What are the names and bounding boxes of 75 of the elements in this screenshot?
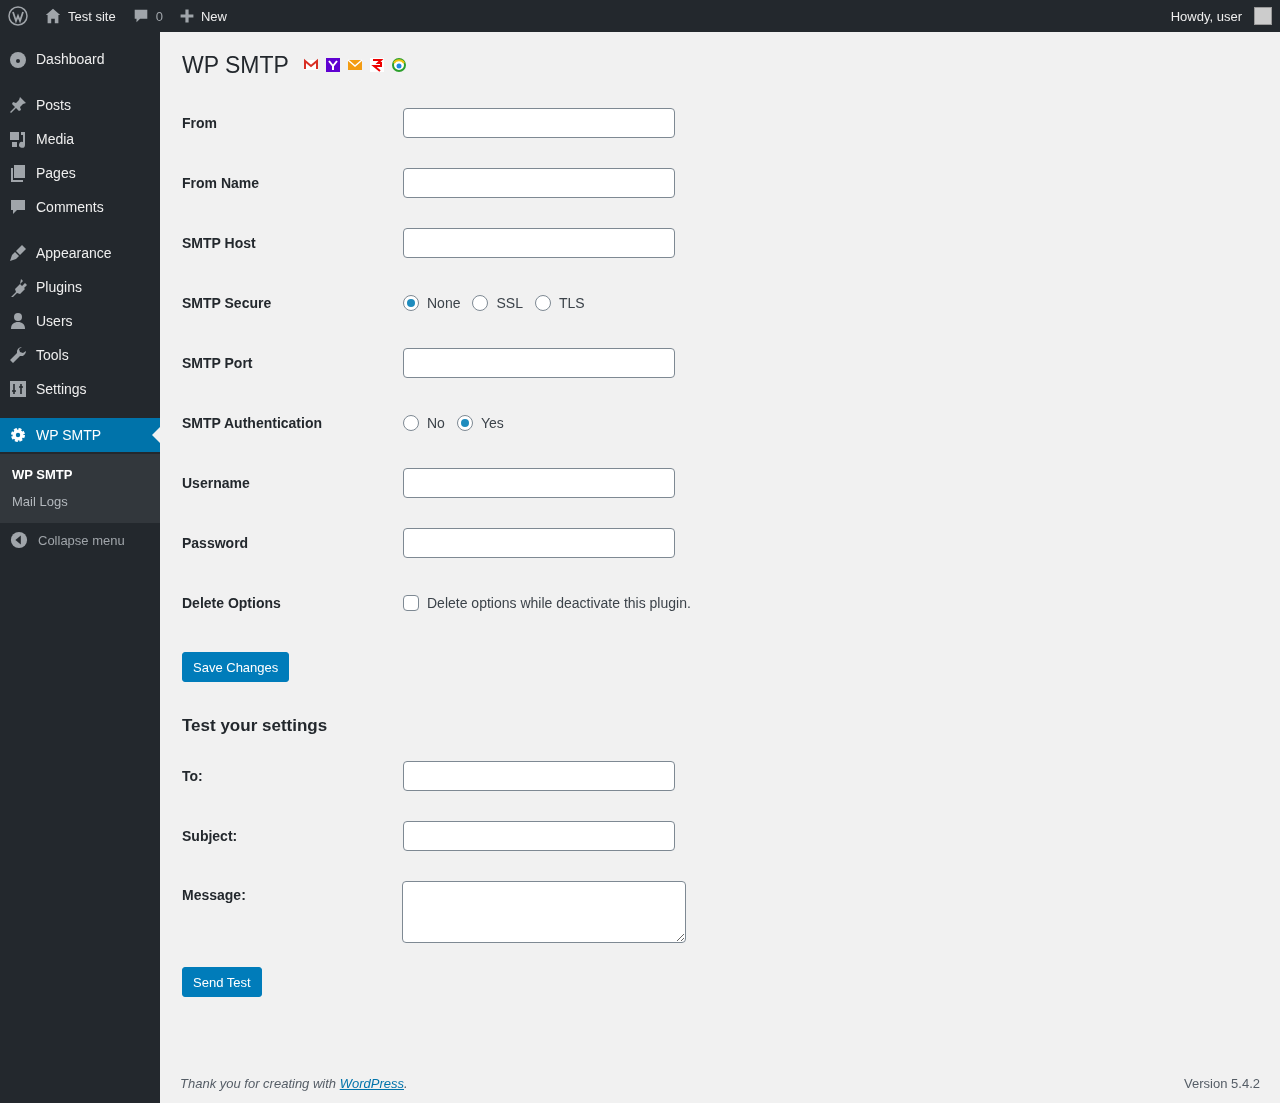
glyph-logo-icon — [368, 57, 385, 73]
submenu-item[interactable]: Mail Logs — [0, 488, 160, 515]
footer-text: Thank you for creating with WordPress. — [180, 1076, 408, 1091]
save-changes-button[interactable]: Save Changes — [182, 652, 290, 682]
section-heading: Test your settings — [182, 716, 329, 736]
home-icon[interactable] — [44, 7, 62, 25]
collapse-menu-link[interactable]: Collapse menu — [38, 532, 125, 548]
text-input-field[interactable] — [403, 228, 675, 258]
media-icon — [8, 129, 28, 149]
text-input-field[interactable] — [403, 168, 675, 198]
text-input-field[interactable] — [403, 108, 675, 138]
text-input-field[interactable] — [403, 468, 675, 498]
sidebar-item[interactable]: Comments — [0, 190, 160, 224]
wordpress-link[interactable]: WordPress — [339, 1076, 404, 1091]
text-input-field[interactable] — [403, 528, 675, 558]
sidebar-item[interactable]: Pages — [0, 156, 160, 190]
radio-button[interactable] — [472, 295, 489, 311]
field-label: SMTP Secure — [182, 295, 273, 311]
radio-label: None — [427, 295, 461, 311]
field-label: From — [182, 115, 218, 131]
site-name-link[interactable]: Test site — [68, 8, 116, 24]
speech-bubble-icon — [8, 197, 28, 217]
gear-icon — [8, 425, 28, 445]
field-label: Delete Options — [182, 595, 282, 611]
radio-button[interactable] — [403, 295, 419, 311]
sidebar-item[interactable]: Plugins — [0, 270, 160, 304]
avatar-icon[interactable] — [1254, 7, 1272, 25]
wordpress-logo-icon[interactable] — [8, 6, 28, 26]
comment-count: 0 — [155, 8, 163, 24]
ring-logo-icon — [390, 57, 407, 73]
sidebar-item[interactable]: WP SMTP — [0, 418, 160, 452]
radio-label: No — [427, 415, 445, 431]
radio-label: SSL — [496, 295, 523, 311]
sliders-icon — [8, 379, 28, 399]
pages-icon — [8, 163, 28, 183]
send-test-button[interactable]: Send Test — [182, 967, 262, 997]
radio-button[interactable] — [403, 415, 419, 431]
page-title: WP SMTP — [182, 51, 289, 79]
radio-label: Yes — [480, 415, 504, 431]
pushpin-icon — [8, 95, 28, 115]
person-icon — [8, 311, 28, 331]
greeting[interactable]: Howdy, user — [1170, 8, 1242, 24]
field-label: Password — [182, 535, 250, 551]
field-label: To: — [182, 768, 204, 784]
text-input-field[interactable] — [403, 348, 675, 378]
version-text: Version 5.4.2 — [1184, 1076, 1260, 1091]
brush-icon — [8, 243, 28, 263]
field-label: Username — [182, 475, 251, 491]
dashboard-icon — [8, 49, 28, 69]
sidebar-item[interactable]: Posts — [0, 88, 160, 122]
wrench-icon — [8, 345, 28, 365]
field-label: From Name — [182, 175, 261, 191]
plus-icon[interactable] — [178, 8, 195, 24]
sidebar-item[interactable]: Settings — [0, 372, 160, 406]
radio-button[interactable] — [534, 295, 551, 311]
new-link[interactable]: New — [200, 8, 227, 24]
sidebar-item[interactable]: Users — [0, 304, 160, 338]
submenu-item[interactable]: WP SMTP — [0, 461, 160, 488]
sidebar-item[interactable]: Dashboard — [0, 42, 160, 76]
sidebar-item[interactable]: Appearance — [0, 236, 160, 270]
field-label: Message: — [182, 886, 247, 903]
text-input-field[interactable] — [403, 761, 675, 791]
y-logo-icon — [324, 57, 341, 73]
text-input-field[interactable] — [403, 821, 675, 851]
checkbox-label: Delete options while deactivate this plugin. — [427, 595, 691, 611]
field-label: Subject: — [182, 828, 239, 844]
message-field[interactable] — [402, 881, 686, 943]
field-label: SMTP Port — [182, 355, 254, 371]
field-label: SMTP Host — [182, 235, 257, 251]
radio-label: TLS — [558, 295, 585, 311]
checkbox[interactable] — [403, 595, 419, 611]
sidebar-item[interactable]: Media — [0, 122, 160, 156]
field-label: SMTP Authentication — [182, 415, 323, 431]
sidebar-item[interactable]: Tools — [0, 338, 160, 372]
radio-button[interactable] — [456, 415, 473, 431]
